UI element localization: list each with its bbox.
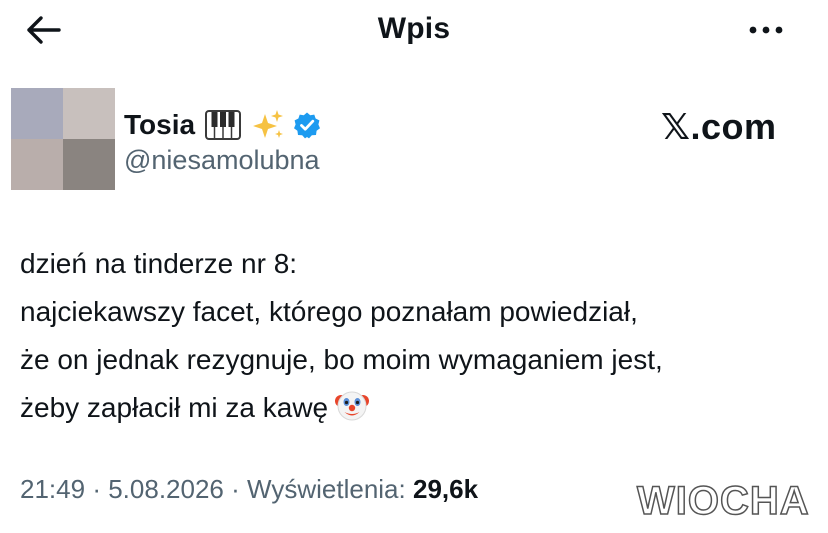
tweet-line: żeby zapłacił mi za kawę: [20, 392, 329, 423]
verified-badge-icon[interactable]: [293, 111, 321, 139]
clown-face-emoji: [334, 387, 370, 438]
tweet-time[interactable]: 21:49: [20, 474, 85, 504]
views-count[interactable]: 29,6k: [413, 474, 478, 504]
author-handle[interactable]: @niesamolubna: [124, 145, 320, 176]
avatar[interactable]: [11, 88, 115, 190]
tweet-line: dzień na tinderze nr 8:: [20, 248, 298, 279]
page-title: Wpis: [377, 12, 451, 45]
top-bar: Wpis: [0, 0, 828, 60]
wiocha-watermark: WIOCHA: [636, 478, 810, 524]
piano-keys-emoji: [205, 110, 242, 140]
tweet-date[interactable]: 5.08.2026: [108, 474, 224, 504]
tweet-line-last: żeby zapłacił mi za kawę: [20, 384, 810, 438]
author-name-row[interactable]: Tosia: [124, 105, 321, 145]
more-horizontal-icon: [749, 26, 783, 34]
meta-separator: ·: [231, 474, 240, 504]
avatar-tile: [11, 88, 63, 139]
x-com-logo: 𝕏.com: [661, 106, 777, 147]
watermark-text: WIOCHA: [636, 478, 810, 524]
tweet-line: najciekawszy facet, którego poznałam pow…: [20, 296, 638, 327]
avatar-tile: [11, 139, 63, 190]
sparkles-emoji: [251, 108, 285, 142]
tweet-line: że on jednak rezygnuje, bo moim wymagani…: [20, 344, 663, 375]
meta-separator: ·: [92, 474, 101, 504]
tweet-text: dzień na tinderze nr 8: najciekawszy fac…: [20, 240, 810, 438]
more-options-button[interactable]: [744, 12, 788, 48]
views-label: Wyświetlenia:: [247, 474, 406, 504]
avatar-tile: [63, 88, 115, 139]
tweet-meta: 21:49 · 5.08.2026 · Wyświetlenia: 29,6k: [20, 474, 478, 505]
author-display-name: Tosia: [124, 109, 196, 140]
avatar-tile: [63, 139, 115, 190]
